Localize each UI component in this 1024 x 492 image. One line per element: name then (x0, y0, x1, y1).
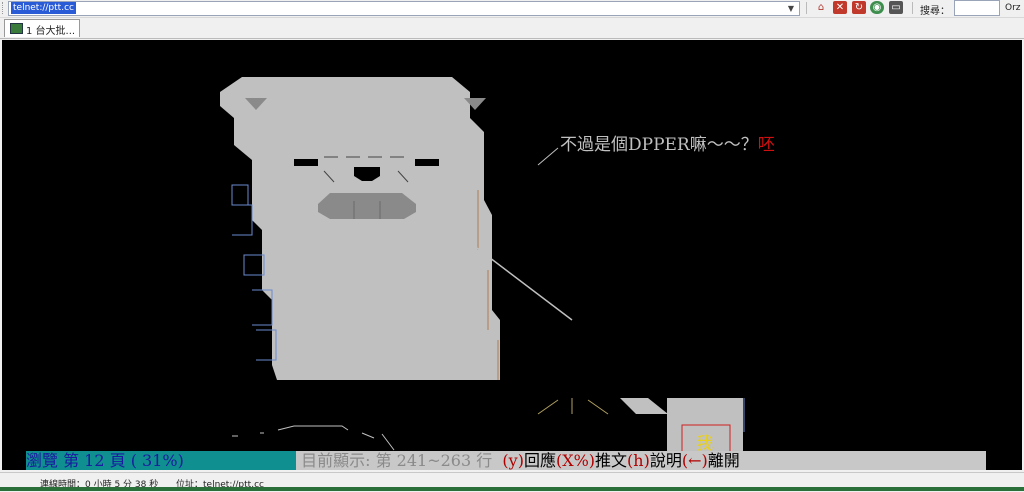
current-display: 目前顯示: 第 241~263 行 (301, 451, 493, 470)
terminal-icon[interactable]: ▭ (889, 1, 903, 14)
toolbar-separator (912, 2, 913, 14)
status-line: 瀏覽 第 12 頁 ( 31%) 目前顯示: 第 241~263 行 (y)回應… (26, 451, 986, 470)
key-y: (y) (502, 451, 524, 470)
bear-head (220, 77, 500, 380)
ground-dashes (232, 425, 395, 451)
browser-toolbar: telnet://ptt.cc ▼ ⌂ ✕ ↻ ◉ ▭ 搜尋： Orz (0, 0, 1024, 18)
tab-bar: 1 台大批... (0, 18, 1024, 39)
terminal-tab-icon (10, 23, 23, 34)
disconnect-icon[interactable]: ✕ (833, 1, 847, 14)
tab-ptt[interactable]: 1 台大批... (4, 19, 80, 37)
chevron-down-icon[interactable]: ▼ (785, 2, 797, 15)
key-left: (←) (681, 451, 708, 470)
speech-pointer (537, 147, 559, 166)
help-label: 說明 (649, 451, 682, 470)
bear-right-eye (415, 159, 439, 166)
reconnect-icon[interactable]: ↻ (852, 1, 866, 14)
bear-mouth (318, 193, 416, 219)
speech-red-text: 呸 (757, 135, 775, 155)
leave-label: 離開 (707, 451, 740, 470)
key-h: (h) (627, 451, 650, 470)
bear-left-eye (294, 159, 318, 166)
terminal-screen[interactable]: 不過是個DPPER嘛～～？呸 我 瀏覽 第 12 頁 ( 31%) 目前顯示: … (2, 40, 1022, 470)
push-label: 推文 (595, 451, 628, 470)
paper-shape (620, 398, 668, 414)
search-label: 搜尋： (920, 6, 950, 17)
orz-button[interactable]: Orz (1005, 3, 1021, 13)
globe-icon[interactable]: ◉ (870, 1, 884, 14)
browse-page-indicator: 瀏覽 第 12 頁 ( 31%) (26, 451, 296, 470)
ascii-art (220, 77, 745, 458)
home-icon[interactable]: ⌂ (814, 1, 828, 14)
search-input[interactable] (954, 0, 1000, 16)
address-bar[interactable]: telnet://ptt.cc ▼ (8, 1, 800, 16)
tab-label: 1 台大批... (26, 26, 76, 37)
taskbar-strip (0, 487, 1024, 491)
ground-decor (537, 398, 609, 415)
toolbar-separator (806, 2, 807, 14)
status-help: 目前顯示: 第 241~263 行 (y)回應(X%)推文(h)說明(←)離開 (296, 451, 986, 470)
reply-label: 回應 (523, 451, 556, 470)
speech-bubble: 不過是個DPPER嘛～～？呸 (560, 130, 775, 155)
address-text[interactable]: telnet://ptt.cc (11, 2, 76, 14)
grip-icon (2, 2, 5, 14)
key-x: (X%) (555, 451, 596, 470)
speech-text: 不過是個DPPER嘛～～？ (560, 135, 758, 155)
